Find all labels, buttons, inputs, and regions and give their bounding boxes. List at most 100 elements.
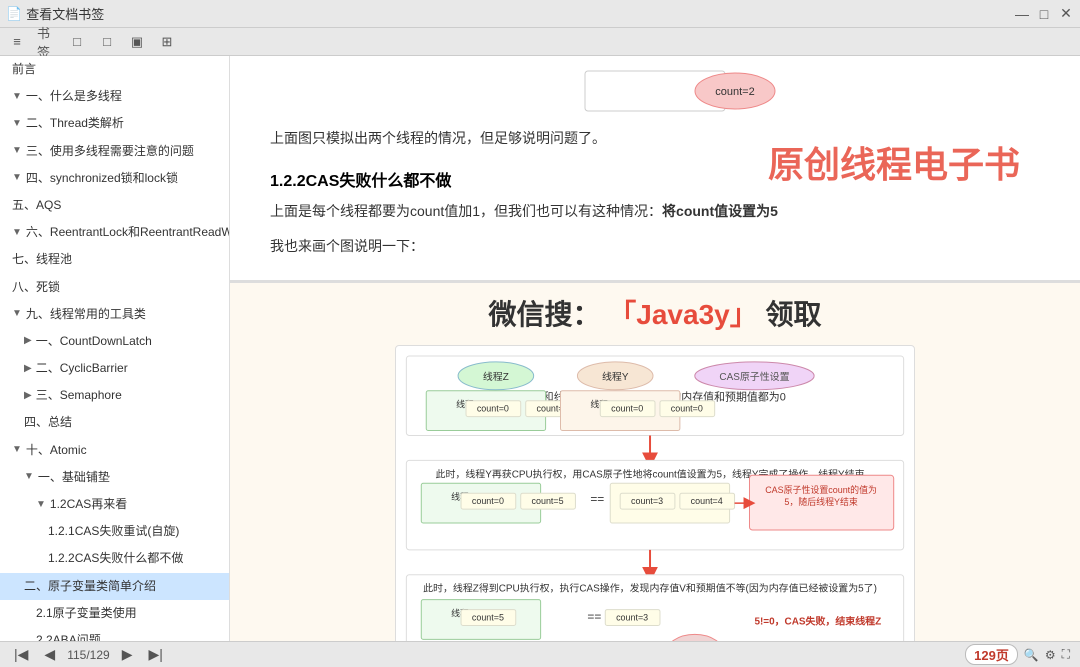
svg-text:count=5: count=5 — [472, 612, 504, 622]
svg-text:count=3: count=3 — [631, 496, 663, 506]
maximize-button[interactable]: □ — [1036, 6, 1052, 22]
sidebar-label-atomic: 十、Atomic — [26, 441, 87, 460]
sidebar-label-8: 八、死锁 — [12, 278, 60, 297]
sidebar-item-21[interactable]: 2.1原子变量类使用 — [0, 600, 229, 627]
sidebar-item-cas[interactable]: ▼ 1.2CAS再来看 — [0, 491, 229, 518]
svg-text:count=0: count=0 — [671, 403, 703, 413]
sidebar-item-base[interactable]: ▼ 一、基础铺垫 — [0, 464, 229, 491]
sidebar-item-cas1[interactable]: 1.2.1CAS失败重试(自旋) — [0, 518, 229, 545]
sidebar-label-atomic-intro: 二、原子变量类简单介绍 — [24, 577, 156, 596]
close-button[interactable]: ✕ — [1058, 6, 1074, 22]
toolbar-btn3[interactable]: ▣ — [126, 31, 148, 53]
sidebar-label-cas1: 1.2.1CAS失败重试(自旋) — [48, 522, 179, 541]
content-area: count=2 上面图只模拟出两个线程的情况，但足够说明问题了。 1.2.2CA… — [230, 56, 1080, 641]
toolbar: ≡ 书签 □ □ ▣ ⊞ — [0, 28, 1080, 56]
arrow-icon-countdown: ▶ — [24, 333, 32, 349]
window-controls: — □ ✕ — [1014, 6, 1074, 22]
last-page-button[interactable]: ▶| — [144, 645, 166, 664]
sidebar-item-3[interactable]: ▼ 三、使用多线程需要注意的问题 — [0, 138, 229, 165]
arrow-icon-semaphore: ▶ — [24, 388, 32, 404]
svg-text:线程Y: 线程Y — [602, 369, 629, 382]
sidebar-item-preface[interactable]: 前言 — [0, 56, 229, 83]
sidebar-item-4[interactable]: ▼ 四、synchronized锁和lock锁 — [0, 165, 229, 192]
app-icon: 📄 — [6, 6, 22, 22]
sidebar-label-1: 一、什么是多线程 — [26, 87, 122, 106]
svg-text:CAS原子性设置count的值为: CAS原子性设置count的值为 — [765, 484, 877, 495]
toolbar-btn1[interactable]: □ — [66, 31, 88, 53]
svg-text:count=5: count=5 — [532, 496, 564, 506]
svg-text:count=0: count=0 — [472, 496, 504, 506]
bottom-section: 微信搜： 「Java3y」 领取 线程Z和线程Y同时进来，读取到的内存值和预期值… — [230, 283, 1080, 641]
prev-page-button[interactable]: ◀ — [40, 645, 59, 664]
sidebar-item-atomic[interactable]: ▼ 十、Atomic — [0, 437, 229, 464]
top-diagram-svg: count=2 — [525, 66, 785, 116]
status-left: |◀ ◀ 115/129 ▶ ▶| — [10, 645, 167, 664]
window-title: 查看文档书签 — [26, 4, 104, 23]
arrow-icon-2: ▼ — [12, 116, 22, 132]
wechat-name: 「Java3y」 — [608, 299, 757, 330]
status-right: 129页 🔍 ⚙ ⛶ — [965, 644, 1070, 665]
next-page-button[interactable]: ▶ — [118, 645, 137, 664]
fullscreen-icon[interactable]: ⛶ — [1062, 647, 1070, 662]
sidebar-label-base: 一、基础铺垫 — [38, 468, 110, 487]
arrow-icon-base: ▼ — [24, 469, 34, 485]
sidebar-label-cas2: 1.2.2CAS失败什么都不做 — [48, 549, 183, 568]
sidebar-label-6: 六、ReentrantLock和ReentrantReadW... — [26, 223, 229, 242]
sidebar-item-cas2[interactable]: 1.2.2CAS失败什么都不做 — [0, 545, 229, 572]
sidebar-item-9[interactable]: ▼ 九、线程常用的工具类 — [0, 301, 229, 328]
sidebar-item-8[interactable]: 八、死锁 — [0, 274, 229, 301]
svg-text:5!=0，CAS失败，结束线程Z: 5!=0，CAS失败，结束线程Z — [754, 614, 881, 627]
toolbar-btn4[interactable]: ⊞ — [156, 31, 178, 53]
top-bar: 📄 查看文档书签 — □ ✕ — [0, 0, 1080, 28]
toolbar-bookmark-label[interactable]: 书签 — [36, 31, 58, 53]
sidebar-label-4: 四、synchronized锁和lock锁 — [26, 169, 178, 188]
sidebar-item-atomic-intro[interactable]: 二、原子变量类简单介绍 — [0, 573, 229, 600]
sidebar-label-5: 五、AQS — [12, 196, 61, 215]
arrow-icon-4: ▼ — [12, 170, 22, 186]
svg-text:count=0: count=0 — [477, 403, 509, 413]
svg-text:此时，线程Z得到CPU执行权，执行CAS操作，发现内存值V和: 此时，线程Z得到CPU执行权，执行CAS操作，发现内存值V和预期值不等(因为内存… — [423, 581, 877, 594]
svg-text:count=3: count=3 — [616, 612, 648, 622]
sidebar: 前言 ▼ 一、什么是多线程 ▼ 二、Thread类解析 ▼ 三、使用多线程需要注… — [0, 56, 230, 641]
svg-text:CAS原子性设置: CAS原子性设置 — [719, 369, 789, 382]
status-bar: |◀ ◀ 115/129 ▶ ▶| 129页 🔍 ⚙ ⛶ — [0, 641, 1080, 667]
wechat-banner: 微信搜： 「Java3y」 领取 — [250, 293, 1060, 333]
sidebar-item-6[interactable]: ▼ 六、ReentrantLock和ReentrantReadW... — [0, 219, 229, 246]
sidebar-item-summary[interactable]: 四、总结 — [0, 409, 229, 436]
first-page-button[interactable]: |◀ — [10, 645, 32, 664]
flow-diagram: 线程Z和线程Y同时进来，读取到的内存值和预期值都为0 线程Z 线程Y CAS原子… — [395, 345, 915, 641]
para2: 我也来画个图说明一下： — [270, 234, 1040, 259]
minimize-button[interactable]: — — [1014, 6, 1030, 22]
sidebar-item-2[interactable]: ▼ 二、Thread类解析 — [0, 110, 229, 137]
arrow-icon-6: ▼ — [12, 225, 22, 241]
sidebar-label-22: 2.2ABA问题 — [36, 631, 101, 641]
sidebar-label-21: 2.1原子变量类使用 — [36, 604, 137, 623]
svg-text:5，随后线程Y结束: 5，随后线程Y结束 — [784, 496, 858, 507]
svg-text:==: == — [587, 609, 601, 623]
sidebar-label-cyclic: 二、CyclicBarrier — [36, 359, 128, 378]
arrow-icon-3: ▼ — [12, 143, 22, 159]
toolbar-menu-icon[interactable]: ≡ — [6, 31, 28, 53]
page-display: 115/129 — [67, 648, 110, 662]
sidebar-label-2: 二、Thread类解析 — [26, 114, 124, 133]
toolbar-btn2[interactable]: □ — [96, 31, 118, 53]
sidebar-item-semaphore[interactable]: ▶ 三、Semaphore — [0, 382, 229, 409]
sidebar-item-5[interactable]: 五、AQS — [0, 192, 229, 219]
sidebar-label-3: 三、使用多线程需要注意的问题 — [26, 142, 194, 161]
svg-text:count=0: count=0 — [611, 403, 643, 413]
arrow-icon-cyclic: ▶ — [24, 361, 32, 377]
top-section: count=2 上面图只模拟出两个线程的情况，但足够说明问题了。 1.2.2CA… — [230, 56, 1080, 283]
sidebar-item-1[interactable]: ▼ 一、什么是多线程 — [0, 83, 229, 110]
sidebar-item-22[interactable]: 2.2ABA问题 — [0, 627, 229, 641]
sidebar-label-summary: 四、总结 — [24, 413, 72, 432]
sidebar-label-countdown: 一、CountDownLatch — [36, 332, 152, 351]
sidebar-label: 前言 — [12, 60, 36, 79]
svg-text:count=2: count=2 — [715, 86, 754, 98]
settings-icon: ⚙ — [1045, 648, 1056, 662]
svg-text:线程Z: 线程Z — [483, 369, 509, 382]
sidebar-item-7[interactable]: 七、线程池 — [0, 246, 229, 273]
sidebar-item-cyclicbarrier[interactable]: ▶ 二、CyclicBarrier — [0, 355, 229, 382]
arrow-icon-9: ▼ — [12, 306, 22, 322]
sidebar-label-semaphore: 三、Semaphore — [36, 386, 122, 405]
sidebar-item-countdown[interactable]: ▶ 一、CountDownLatch — [0, 328, 229, 355]
